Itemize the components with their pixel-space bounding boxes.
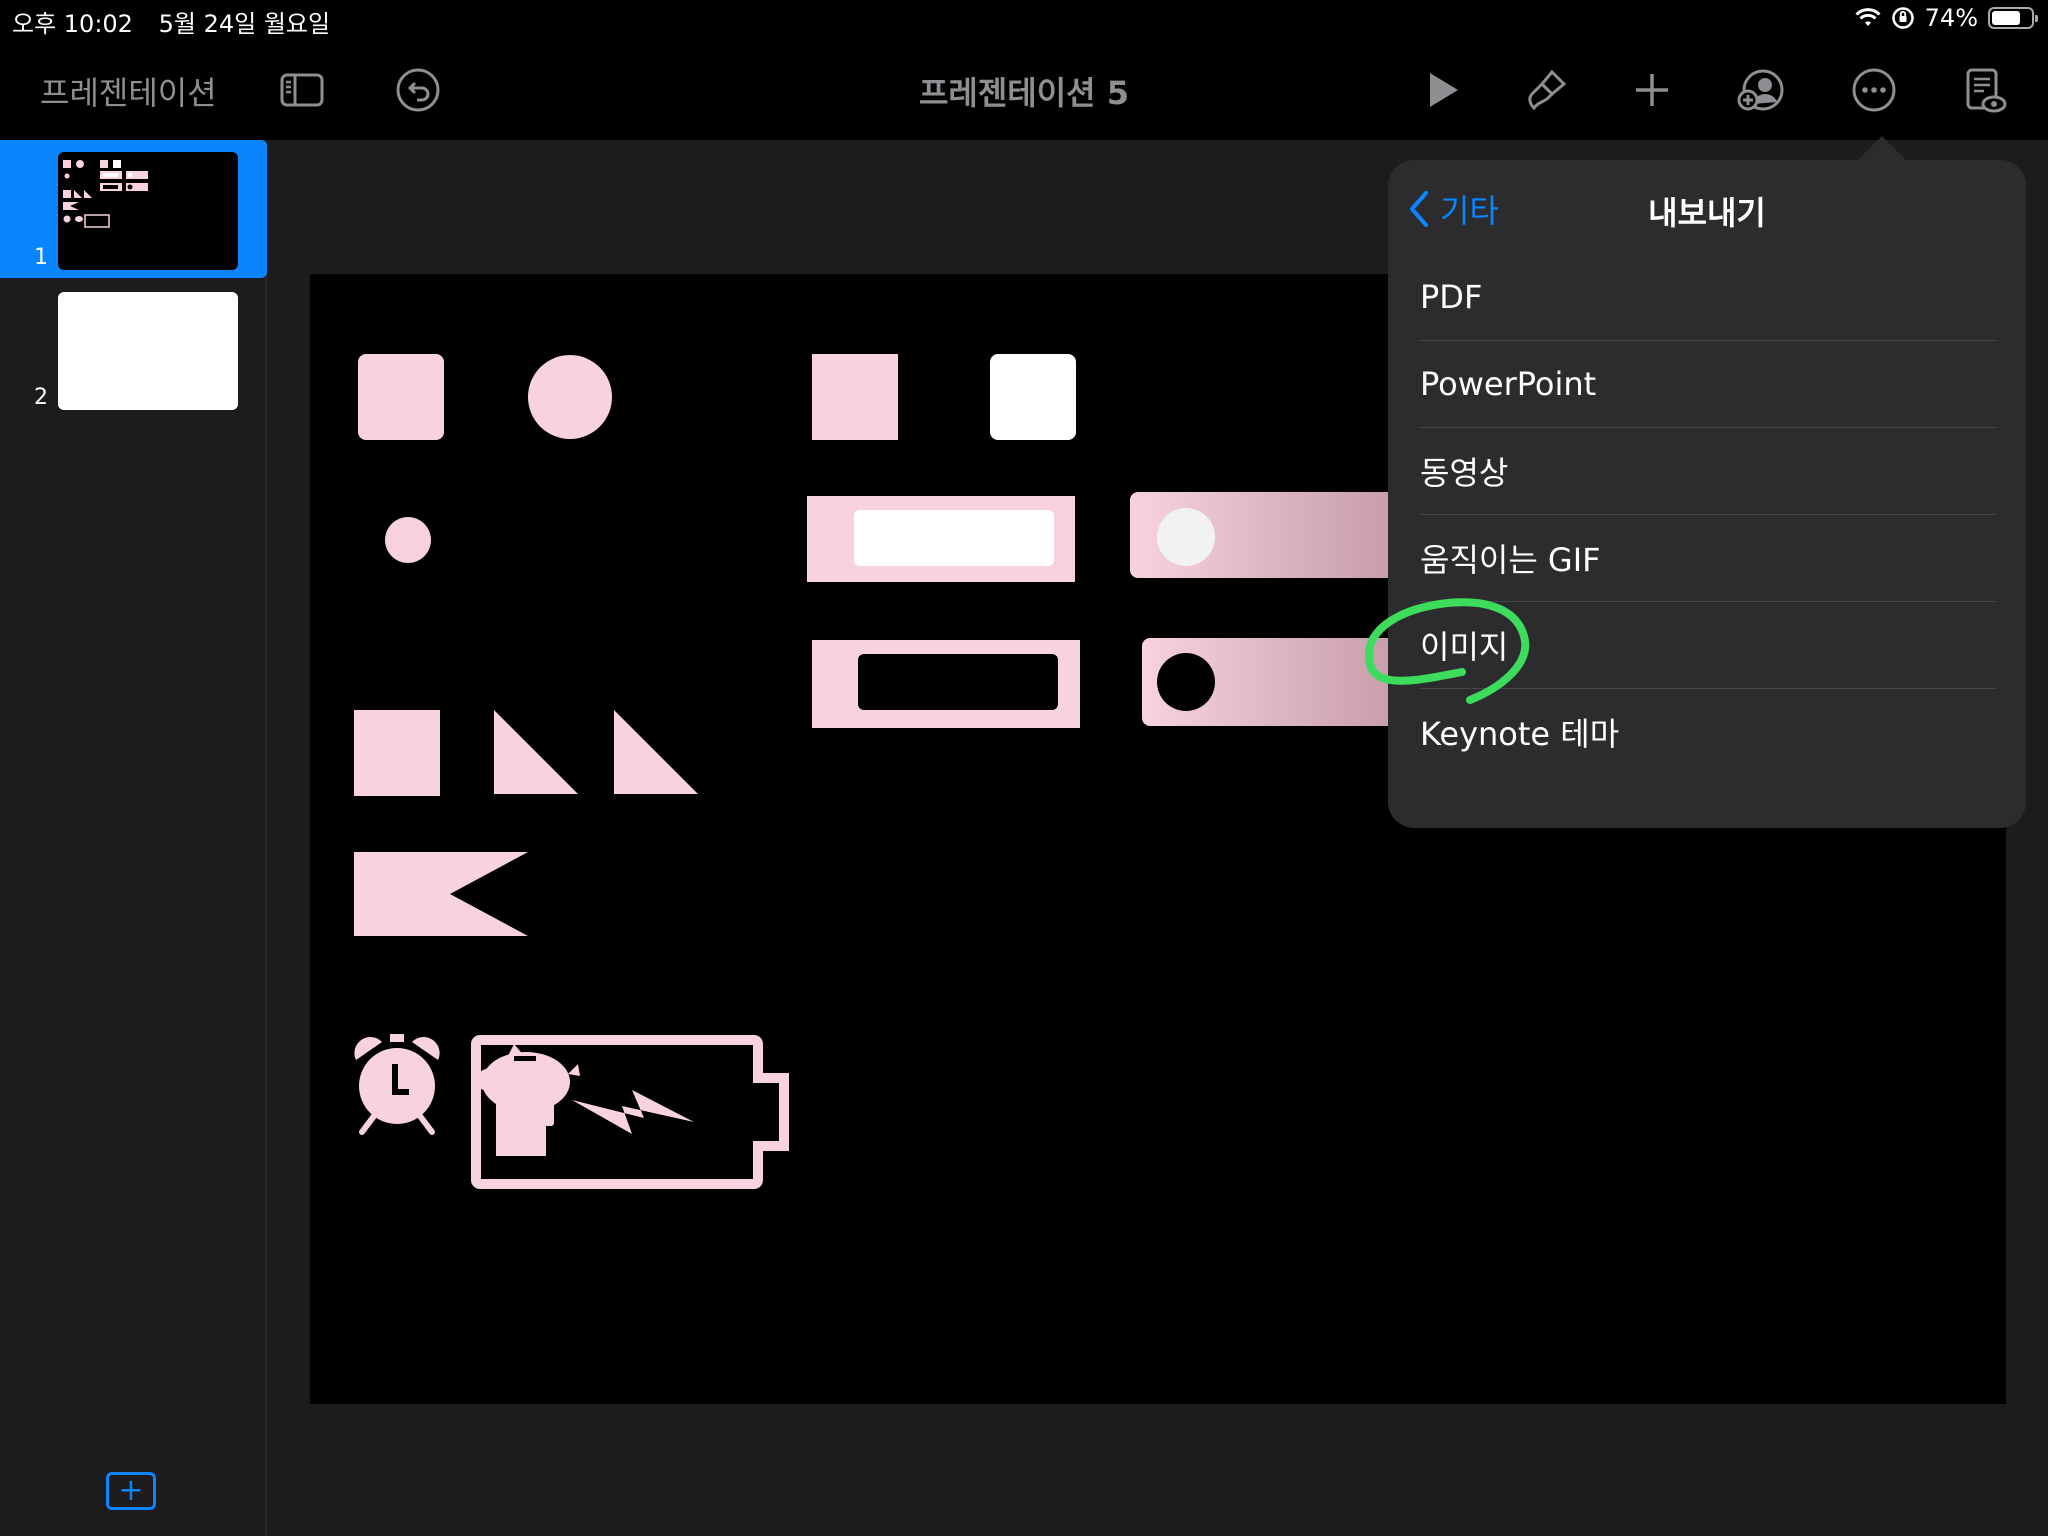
export-images-item[interactable]: 이미지 bbox=[1420, 602, 1996, 689]
flag-notch-shape[interactable] bbox=[354, 852, 528, 936]
slide-preview bbox=[58, 152, 238, 270]
right-triangle-shape[interactable] bbox=[614, 710, 698, 794]
square-shape[interactable] bbox=[354, 710, 440, 796]
export-popover: 기타 내보내기 PDF PowerPoint 동영상 움직이는 GIF 이미지 … bbox=[1388, 160, 2026, 828]
status-bar: 오후 10:02 5월 24일 월요일 74% bbox=[0, 0, 2048, 40]
slide-number: 2 bbox=[34, 385, 48, 410]
popover-back-button[interactable]: 기타 bbox=[1404, 186, 1499, 232]
slide-thumbnail-2[interactable]: 2 bbox=[0, 280, 267, 418]
right-triangle-shape[interactable] bbox=[494, 710, 578, 794]
export-animated-gif-item[interactable]: 움직이는 GIF bbox=[1420, 515, 1996, 602]
alarm-clock-icon[interactable] bbox=[354, 1034, 440, 1135]
add-slide-button[interactable]: + bbox=[106, 1472, 156, 1510]
paintbrush-icon[interactable] bbox=[1520, 64, 1572, 116]
add-icon[interactable] bbox=[1626, 64, 1678, 116]
rounded-square-shape[interactable] bbox=[358, 354, 444, 440]
export-powerpoint-item[interactable]: PowerPoint bbox=[1420, 341, 1996, 428]
document-title[interactable]: 프레젠테이션 5 bbox=[919, 74, 1129, 112]
export-pdf-item[interactable]: PDF bbox=[1420, 254, 1996, 341]
battery-percent: 74% bbox=[1924, 4, 1978, 32]
battery-icon bbox=[1988, 7, 2038, 29]
slide-preview bbox=[58, 292, 238, 410]
toolbar: 프레젠테이션 프레젠테이션 5 bbox=[0, 40, 2048, 140]
popover-arrow bbox=[1856, 136, 1908, 162]
popover-back-label: 기타 bbox=[1440, 192, 1499, 230]
presentations-back-button[interactable]: 프레젠테이션 bbox=[40, 68, 217, 114]
circle-shape[interactable] bbox=[528, 355, 612, 439]
slide-number: 1 bbox=[34, 245, 48, 270]
export-movie-item[interactable]: 동영상 bbox=[1420, 428, 1996, 515]
slide-navigator: 1 2 bbox=[0, 140, 267, 1536]
plus-icon: + bbox=[118, 1473, 144, 1508]
more-icon[interactable] bbox=[1848, 64, 1900, 116]
reader-view-icon[interactable] bbox=[1958, 64, 2010, 116]
toggle-white-knob-shape[interactable] bbox=[1130, 492, 1406, 578]
battery-fill bbox=[1992, 11, 2020, 25]
toggle-black-knob-shape[interactable] bbox=[1142, 638, 1410, 726]
status-time: 오후 10:02 bbox=[12, 10, 133, 38]
export-options-list: PDF PowerPoint 동영상 움직이는 GIF 이미지 Keynote … bbox=[1420, 254, 1996, 775]
undo-icon[interactable] bbox=[392, 64, 444, 116]
sidebar-toggle-icon[interactable] bbox=[276, 64, 328, 116]
pink-bar-with-white-field[interactable] bbox=[807, 496, 1075, 582]
white-rounded-square-shape[interactable] bbox=[990, 354, 1076, 440]
pink-bar-with-black-field[interactable] bbox=[812, 640, 1080, 728]
wifi-icon bbox=[1855, 8, 1881, 26]
export-keynote-theme-item[interactable]: Keynote 테마 bbox=[1420, 689, 1996, 775]
collaborate-icon[interactable] bbox=[1734, 64, 1786, 116]
small-circle-shape[interactable] bbox=[385, 517, 431, 563]
play-icon[interactable] bbox=[1416, 64, 1468, 116]
status-date: 5월 24일 월요일 bbox=[158, 10, 331, 38]
chevron-left-icon bbox=[1410, 191, 1428, 227]
slide-thumbnail-1[interactable]: 1 bbox=[0, 140, 267, 278]
orientation-lock-icon bbox=[1891, 7, 1914, 29]
square-shape[interactable] bbox=[812, 354, 898, 440]
